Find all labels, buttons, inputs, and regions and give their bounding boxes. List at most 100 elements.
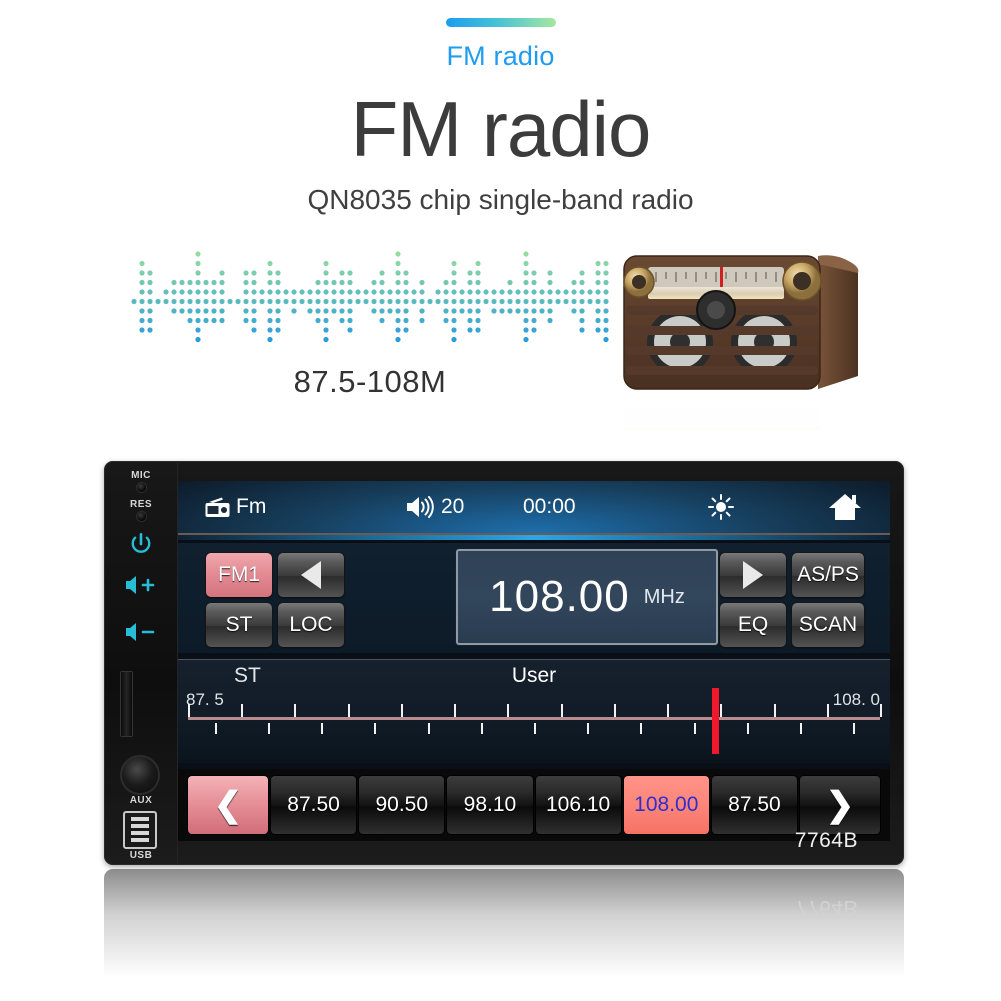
- band-fm1-button[interactable]: FM1: [206, 553, 272, 597]
- left-button-group: FM1 ST LOC: [206, 553, 344, 647]
- frequency-range-label: 87.5-108M: [293, 364, 447, 400]
- mic-hole-icon: [136, 483, 146, 492]
- scale-tick-major: [826, 704, 829, 717]
- preset-button[interactable]: 90.50: [359, 776, 445, 834]
- scale-tick-minor: [800, 723, 803, 734]
- eq-button[interactable]: EQ: [720, 603, 786, 647]
- stereo-button[interactable]: ST: [206, 603, 272, 647]
- usb-contact: [131, 824, 149, 828]
- scale-tick-minor: [427, 723, 430, 734]
- speaker-plus-icon: [126, 576, 155, 594]
- scale-tick-major: [613, 704, 616, 717]
- usb-contact: [131, 831, 149, 835]
- preset-button[interactable]: 87.50: [271, 776, 357, 834]
- radio-icon: [205, 497, 230, 517]
- right-button-group: AS/PS EQ SCAN: [720, 553, 864, 647]
- scale-tick-minor: [321, 723, 324, 734]
- source-indicator[interactable]: Fm: [204, 495, 266, 519]
- clock-display: 00:00: [523, 495, 576, 518]
- brightness-icon: [708, 494, 734, 520]
- preset-button[interactable]: 106.10: [535, 776, 621, 834]
- prev-station-button[interactable]: [278, 553, 344, 597]
- tick-rail: [188, 704, 882, 734]
- user-band-label: User: [511, 664, 557, 687]
- frequency-value: 108.00: [489, 572, 630, 621]
- scan-button[interactable]: SCAN: [792, 603, 864, 647]
- scale-tick-minor: [853, 723, 856, 734]
- next-station-button[interactable]: [720, 553, 786, 597]
- scale-tick-minor: [746, 723, 749, 734]
- scale-tick-major: [454, 704, 457, 717]
- aux-label: AUX: [129, 795, 153, 806]
- mic-label: MIC: [131, 470, 151, 481]
- scale-max-label: 108. 0: [832, 690, 880, 709]
- device-side-panel: MIC RES AUX USB: [104, 461, 178, 865]
- scale-tick-minor: [267, 723, 270, 734]
- accent-pill-divider: [445, 18, 556, 27]
- tuning-needle[interactable]: [711, 688, 719, 754]
- scale-tick-minor: [640, 723, 643, 734]
- model-number: 7764B: [794, 829, 858, 852]
- preset-next-button[interactable]: ❯: [800, 776, 881, 834]
- scale-tick-major: [880, 704, 882, 717]
- usb-contact: [131, 838, 149, 842]
- as-ps-button[interactable]: AS/PS: [792, 553, 864, 597]
- scale-tick-major: [560, 704, 563, 717]
- triangle-right-icon: [743, 561, 763, 589]
- speaker-minus-icon: [126, 623, 155, 641]
- scale-tick-minor: [480, 723, 483, 734]
- scale-tick-major: [400, 704, 403, 717]
- scale-tick-major: [188, 704, 190, 717]
- retro-radio-image: [623, 255, 859, 431]
- device-reflection: 7764B: [104, 869, 904, 987]
- lcd-screen: Fm 20 00:00 FM1 ST LOC 108.00 MHz AS/PS …: [178, 481, 890, 841]
- source-label: Fm: [236, 495, 267, 518]
- usb-port[interactable]: [123, 811, 157, 849]
- audio-waveform-graphic: [131, 251, 609, 343]
- scale-tick-minor: [587, 723, 590, 734]
- model-number-reflection: 7764B: [794, 896, 858, 919]
- scale-tick-major: [507, 704, 510, 717]
- volume-down-button[interactable]: [104, 621, 178, 648]
- radio-control-row: FM1 ST LOC 108.00 MHz AS/PS EQ SCAN: [178, 543, 890, 653]
- frequency-unit: MHz: [643, 585, 685, 608]
- res-label: RES: [129, 499, 153, 510]
- preset-button-active[interactable]: 108.00: [623, 776, 709, 834]
- power-icon: [131, 532, 151, 553]
- triangle-left-icon: [301, 561, 321, 589]
- brightness-button[interactable]: [708, 494, 734, 520]
- chevron-left-icon: ❮: [213, 786, 243, 824]
- aux-jack-port[interactable]: [122, 757, 158, 793]
- car-stereo-device: MIC RES AUX USB Fm 20 00:00 FM1 ST LOC 1…: [104, 461, 904, 865]
- tuning-scale[interactable]: ST User 87. 5 108. 0: [178, 659, 890, 763]
- status-bar: Fm 20 00:00: [178, 481, 890, 540]
- promo-eyebrow: FM radio: [446, 41, 555, 71]
- home-icon: [829, 494, 861, 520]
- reset-hole-icon[interactable]: [136, 512, 146, 521]
- scale-tick-major: [294, 704, 297, 717]
- volume-value: 20: [441, 495, 465, 518]
- usb-label: USB: [129, 850, 153, 861]
- scale-tick-minor: [374, 723, 377, 734]
- scale-min-label: 87. 5: [186, 690, 224, 709]
- home-button[interactable]: [828, 492, 862, 522]
- reset-hole-group[interactable]: RES: [104, 499, 178, 521]
- power-button[interactable]: [104, 531, 178, 562]
- promo-header: FM radio FM radio QN8035 chip single-ban…: [0, 0, 1001, 214]
- preset-button[interactable]: 87.50: [711, 776, 798, 834]
- local-button[interactable]: LOC: [278, 603, 344, 647]
- preset-button[interactable]: 98.10: [447, 776, 533, 834]
- preset-bar: ❮ 87.50 90.50 98.10 106.10 108.00 87.50 ❯: [178, 769, 890, 841]
- mic-hole-group: MIC: [104, 470, 178, 492]
- sd-card-slot[interactable]: [120, 671, 133, 737]
- scale-tick-major: [667, 704, 670, 717]
- volume-up-button[interactable]: [104, 574, 178, 601]
- stereo-indicator: ST: [234, 664, 261, 687]
- scale-tick-minor: [693, 723, 696, 734]
- scale-tick-major: [241, 704, 244, 717]
- chevron-right-icon: ❯: [825, 786, 855, 824]
- scale-tick-minor: [214, 723, 217, 734]
- volume-indicator[interactable]: 20: [406, 495, 464, 519]
- preset-prev-button[interactable]: ❮: [188, 776, 268, 834]
- scale-tick-major: [773, 704, 776, 717]
